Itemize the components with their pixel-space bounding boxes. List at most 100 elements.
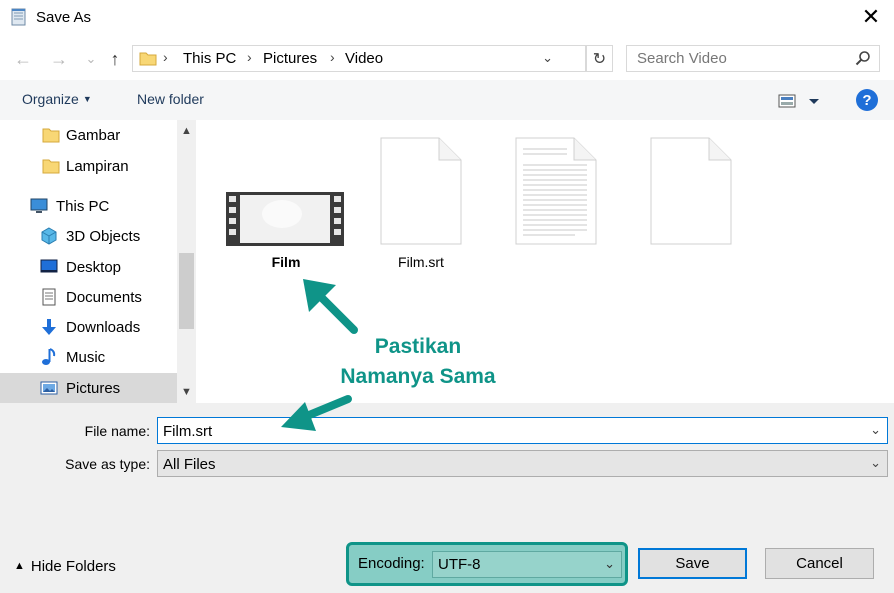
encoding-highlight: Encoding: UTF-8 ⌄	[346, 542, 628, 586]
download-icon	[42, 319, 56, 335]
file-list: Film Film.srt	[196, 120, 894, 403]
chevron-down-icon[interactable]: ⌄	[604, 556, 615, 572]
file-item-blank[interactable]	[631, 137, 751, 247]
file-name: Film	[271, 254, 301, 270]
file-name-label: File name:	[84, 423, 150, 439]
nav-scrollbar[interactable]: ▲ ▼	[177, 120, 196, 403]
title-bar: Save As ✕	[0, 0, 894, 36]
breadcrumb-pictures[interactable]: Pictures	[263, 50, 317, 67]
cube-icon	[41, 227, 57, 245]
breadcrumb-separator: ›	[163, 49, 168, 65]
encoding-value: UTF-8	[438, 556, 481, 573]
hide-folders-button[interactable]: ▲ Hide Folders	[14, 558, 116, 575]
encoding-label: Encoding:	[358, 555, 425, 572]
nav-item-label: Music	[66, 348, 106, 366]
save-form: File name: Film.srt ⌄ Save as type: All …	[0, 403, 894, 593]
nav-item-label: Pictures	[66, 379, 121, 397]
up-button[interactable]: ↑	[104, 48, 126, 70]
change-view-button[interactable]	[778, 92, 822, 110]
document-icon	[42, 288, 56, 306]
nav-item-lampiran[interactable]: Lampiran	[0, 151, 177, 181]
save-button[interactable]: Save	[638, 548, 747, 579]
close-icon: ✕	[861, 4, 881, 29]
close-button[interactable]: ✕	[848, 0, 894, 34]
nav-item-label: Gambar	[66, 126, 121, 144]
command-bar: Organize ▼ New folder ?	[0, 80, 894, 120]
file-name-input[interactable]: Film.srt ⌄	[157, 417, 888, 444]
nav-item-label: Lampiran	[66, 157, 129, 175]
scroll-down-icon[interactable]: ▼	[177, 383, 196, 401]
file-item-film-srt[interactable]: Film.srt	[361, 137, 481, 272]
nav-item-desktop[interactable]: Desktop	[0, 252, 177, 282]
new-folder-label: New folder	[137, 91, 204, 107]
video-thumbnail-icon	[226, 192, 344, 246]
notepad-icon	[11, 8, 26, 26]
scroll-thumb[interactable]	[179, 253, 194, 329]
nav-item-pictures[interactable]: Pictures	[0, 373, 177, 403]
forward-arrow-icon: →	[50, 48, 68, 69]
folder-icon	[42, 159, 60, 174]
nav-item-downloads[interactable]: Downloads	[0, 312, 177, 342]
chevron-down-icon: ⌄	[85, 51, 97, 66]
folder-icon	[139, 52, 157, 66]
encoding-select[interactable]: UTF-8 ⌄	[432, 551, 622, 578]
caret-up-icon: ▲	[14, 560, 25, 572]
up-arrow-icon: ↑	[110, 48, 120, 69]
save-type-value: All Files	[163, 456, 216, 473]
refresh-button[interactable]: ↻	[586, 45, 613, 72]
file-item-film[interactable]: Film	[226, 190, 346, 270]
nav-item-gambar[interactable]: Gambar	[0, 120, 177, 150]
organize-label: Organize	[22, 91, 79, 107]
chevron-down-icon[interactable]: ⌄	[870, 455, 881, 471]
blank-file-icon	[380, 137, 462, 245]
address-dropdown-icon[interactable]: ⌄	[542, 50, 553, 66]
back-button[interactable]: ←	[12, 48, 34, 70]
folder-icon	[42, 128, 60, 143]
nav-item-label: Downloads	[66, 318, 141, 336]
desktop-icon	[40, 259, 58, 273]
save-label: Save	[675, 555, 710, 572]
forward-button[interactable]: →	[48, 48, 70, 70]
breadcrumb-video[interactable]: Video	[345, 50, 383, 67]
annotation-line-1: Pastikan	[374, 335, 462, 358]
help-button[interactable]: ?	[856, 89, 878, 111]
nav-item-music[interactable]: Music	[0, 342, 177, 372]
nav-item-3d-objects[interactable]: 3D Objects	[0, 221, 177, 251]
chevron-down-icon[interactable]: ⌄	[870, 422, 881, 438]
search-box[interactable]: Search Video	[626, 45, 880, 72]
recent-locations-button[interactable]: ⌄	[80, 48, 102, 70]
navigation-row: ← → ⌄ ↑ › This PC › Pictures › Video ⌄ ↻…	[0, 36, 894, 80]
breadcrumb-this-pc[interactable]: This PC	[183, 50, 236, 67]
nav-item-label: 3D Objects	[66, 227, 141, 245]
refresh-icon: ↻	[592, 50, 607, 68]
navigation-pane: Gambar Lampiran This PC 3D Objects Deskt…	[0, 120, 196, 403]
nav-item-documents[interactable]: Documents	[0, 282, 177, 312]
help-icon: ?	[862, 91, 872, 109]
new-folder-button[interactable]: New folder	[137, 91, 204, 107]
scroll-up-icon[interactable]: ▲	[177, 122, 196, 140]
text-file-icon	[515, 137, 597, 245]
nav-item-label: This PC	[56, 197, 110, 215]
cancel-button[interactable]: Cancel	[765, 548, 874, 579]
back-arrow-icon: ←	[14, 48, 32, 69]
search-placeholder: Search Video	[637, 50, 727, 67]
address-bar[interactable]: › This PC › Pictures › Video ⌄	[132, 45, 586, 72]
search-icon[interactable]	[855, 50, 871, 66]
hide-folders-label: Hide Folders	[30, 558, 116, 575]
pictures-icon	[40, 381, 58, 395]
organize-button[interactable]: Organize ▼	[22, 91, 92, 107]
file-name-value: Film.srt	[163, 423, 213, 440]
save-type-select[interactable]: All Files ⌄	[157, 450, 888, 477]
annotation-line-2: Namanya Sama	[340, 365, 496, 388]
nav-item-this-pc[interactable]: This PC	[0, 191, 177, 221]
window-title: Save As	[36, 9, 92, 26]
breadcrumb-separator: ›	[247, 49, 252, 65]
save-type-label: Save as type:	[65, 456, 150, 472]
blank-file-icon	[650, 137, 732, 245]
file-name: Film.srt	[398, 254, 444, 270]
caret-down-icon: ▼	[82, 94, 92, 104]
music-icon	[42, 348, 56, 365]
nav-item-label: Documents	[66, 288, 142, 306]
file-item-text[interactable]	[496, 137, 616, 247]
cancel-label: Cancel	[796, 555, 843, 572]
